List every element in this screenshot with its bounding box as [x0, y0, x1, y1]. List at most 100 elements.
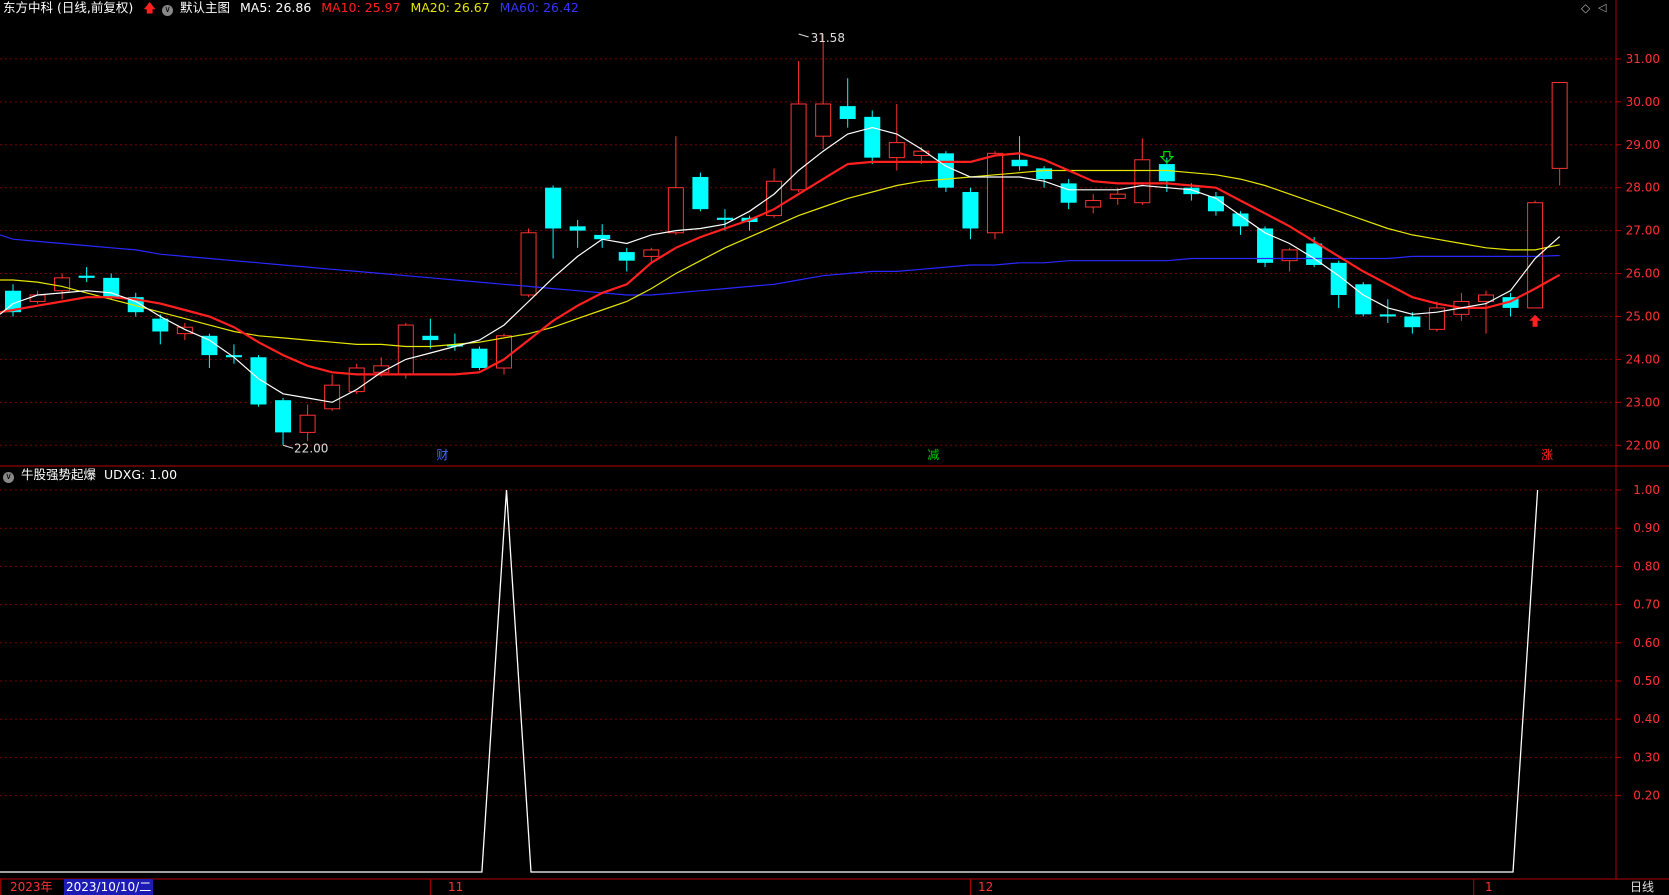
candle [1404, 312, 1421, 334]
candle-body [569, 226, 586, 231]
event-marker: 涨 [1541, 447, 1553, 462]
candle [962, 187, 979, 240]
candle [78, 267, 95, 283]
candle [275, 398, 292, 446]
candle-body [1379, 314, 1396, 317]
y-tick-label: 25.00 [1626, 309, 1660, 323]
y-tick-label: 0.40 [1633, 712, 1660, 726]
candle [1502, 292, 1519, 317]
indicator-name[interactable]: 默认主图 [180, 0, 230, 15]
y-tick-label: 29.00 [1626, 138, 1660, 152]
y-tick-label: 1.00 [1633, 483, 1660, 497]
max-price-label: 31.58 [811, 31, 845, 45]
candle [250, 355, 267, 407]
candle [864, 110, 881, 165]
candle-body [692, 176, 709, 210]
candle-body [667, 187, 684, 234]
candle-body [299, 414, 316, 433]
candle-body [1257, 228, 1274, 263]
stock-chart[interactable]: 31.00 30.00 29.00 28.00 27.00 26.00 25.00 24.00… [0, 0, 1669, 895]
candle-body [176, 326, 193, 335]
diamond-icon[interactable]: ◇ [1581, 1, 1590, 15]
y-tick-label: 0.90 [1633, 521, 1660, 535]
candle-body [864, 116, 881, 158]
candle [471, 346, 488, 371]
y-tick-label: 0.50 [1633, 674, 1660, 688]
candle-body [716, 217, 733, 220]
candle-body [348, 367, 365, 393]
ma20-label: MA20: 26.67 [410, 0, 490, 15]
candle-body [1060, 183, 1077, 203]
main-header: 东方中科 (日线,前复权) 🡅 ∨ 默认主图 MA5: 26.86 MA10: … [3, 0, 585, 16]
candle [201, 333, 218, 368]
candle [324, 374, 341, 411]
y-tick-label: 26.00 [1626, 267, 1660, 281]
event-marker: 财 [436, 448, 448, 462]
candle [594, 224, 611, 248]
candle [790, 61, 807, 192]
candle [937, 151, 954, 192]
candle-body [397, 324, 414, 375]
candle-body [201, 335, 218, 356]
candle [1428, 301, 1445, 332]
stock-title[interactable]: 东方中科 (日线,前复权) [3, 0, 133, 15]
candle-body [250, 357, 267, 405]
event-marker: 减 [927, 448, 939, 462]
candle [1134, 138, 1151, 205]
period-button[interactable]: 日线 [1630, 879, 1654, 895]
candle [1036, 166, 1053, 188]
chevron-down-icon[interactable]: ∨ [3, 472, 14, 483]
y-tick-label: 30.00 [1626, 95, 1660, 109]
year-label: 2023年 [10, 880, 53, 894]
max-marker [798, 33, 809, 38]
candle-body [545, 187, 562, 229]
candle [987, 151, 1003, 240]
y-tick-label: 23.00 [1626, 395, 1660, 409]
candle-body [1330, 262, 1347, 296]
time-axis-bar: 2023年 2023/10/10/二 11 12 1 日线 [0, 879, 1669, 895]
candle [1207, 191, 1224, 216]
candle [1551, 82, 1568, 186]
candle-body [962, 191, 979, 229]
candle [1355, 282, 1372, 317]
candle-body [839, 106, 856, 120]
candle-body [1109, 193, 1126, 199]
candle [1330, 260, 1347, 308]
ma-line-ma60 [0, 234, 1560, 296]
collapse-icon[interactable]: ◁ [1598, 1, 1606, 14]
candle-body [888, 142, 905, 159]
indicator-title[interactable]: 牛股强势起爆 [21, 467, 96, 482]
candle [299, 404, 316, 441]
candle [1232, 211, 1249, 235]
candle [692, 172, 709, 212]
y-tick-label: 0.80 [1633, 559, 1660, 573]
candle-body [937, 153, 954, 188]
candle-body [987, 152, 1003, 234]
candle-body [471, 348, 488, 368]
month-label: 12 [978, 880, 994, 894]
candle-body [594, 234, 611, 240]
candle-body [324, 384, 341, 410]
candle-body [1551, 82, 1568, 169]
candle [618, 247, 635, 272]
candle [545, 185, 562, 259]
chevron-down-icon[interactable]: ∨ [162, 5, 174, 16]
ma10-label: MA10: 25.97 [321, 0, 401, 15]
y-tick-label: 28.00 [1626, 181, 1660, 195]
y-tick-label: 0.60 [1633, 636, 1660, 650]
candle-body [618, 252, 635, 261]
y-tick-label: 0.20 [1633, 789, 1660, 803]
candle [1379, 299, 1396, 323]
candle [569, 219, 586, 248]
candle [815, 34, 832, 150]
min-price-label: 22.00 [294, 441, 328, 455]
candle-body [1183, 187, 1200, 195]
sub-header: ∨ 牛股强势起爆 UDXG: 1.00 [3, 467, 183, 483]
candle-body [1355, 284, 1372, 315]
candle-body [422, 335, 439, 341]
candle [1060, 179, 1077, 210]
candle [839, 78, 856, 128]
ma60-label: MA60: 26.42 [499, 0, 579, 15]
y-tick-label: 0.30 [1633, 750, 1660, 764]
up-arrow-icon: 🡅 [143, 0, 157, 15]
